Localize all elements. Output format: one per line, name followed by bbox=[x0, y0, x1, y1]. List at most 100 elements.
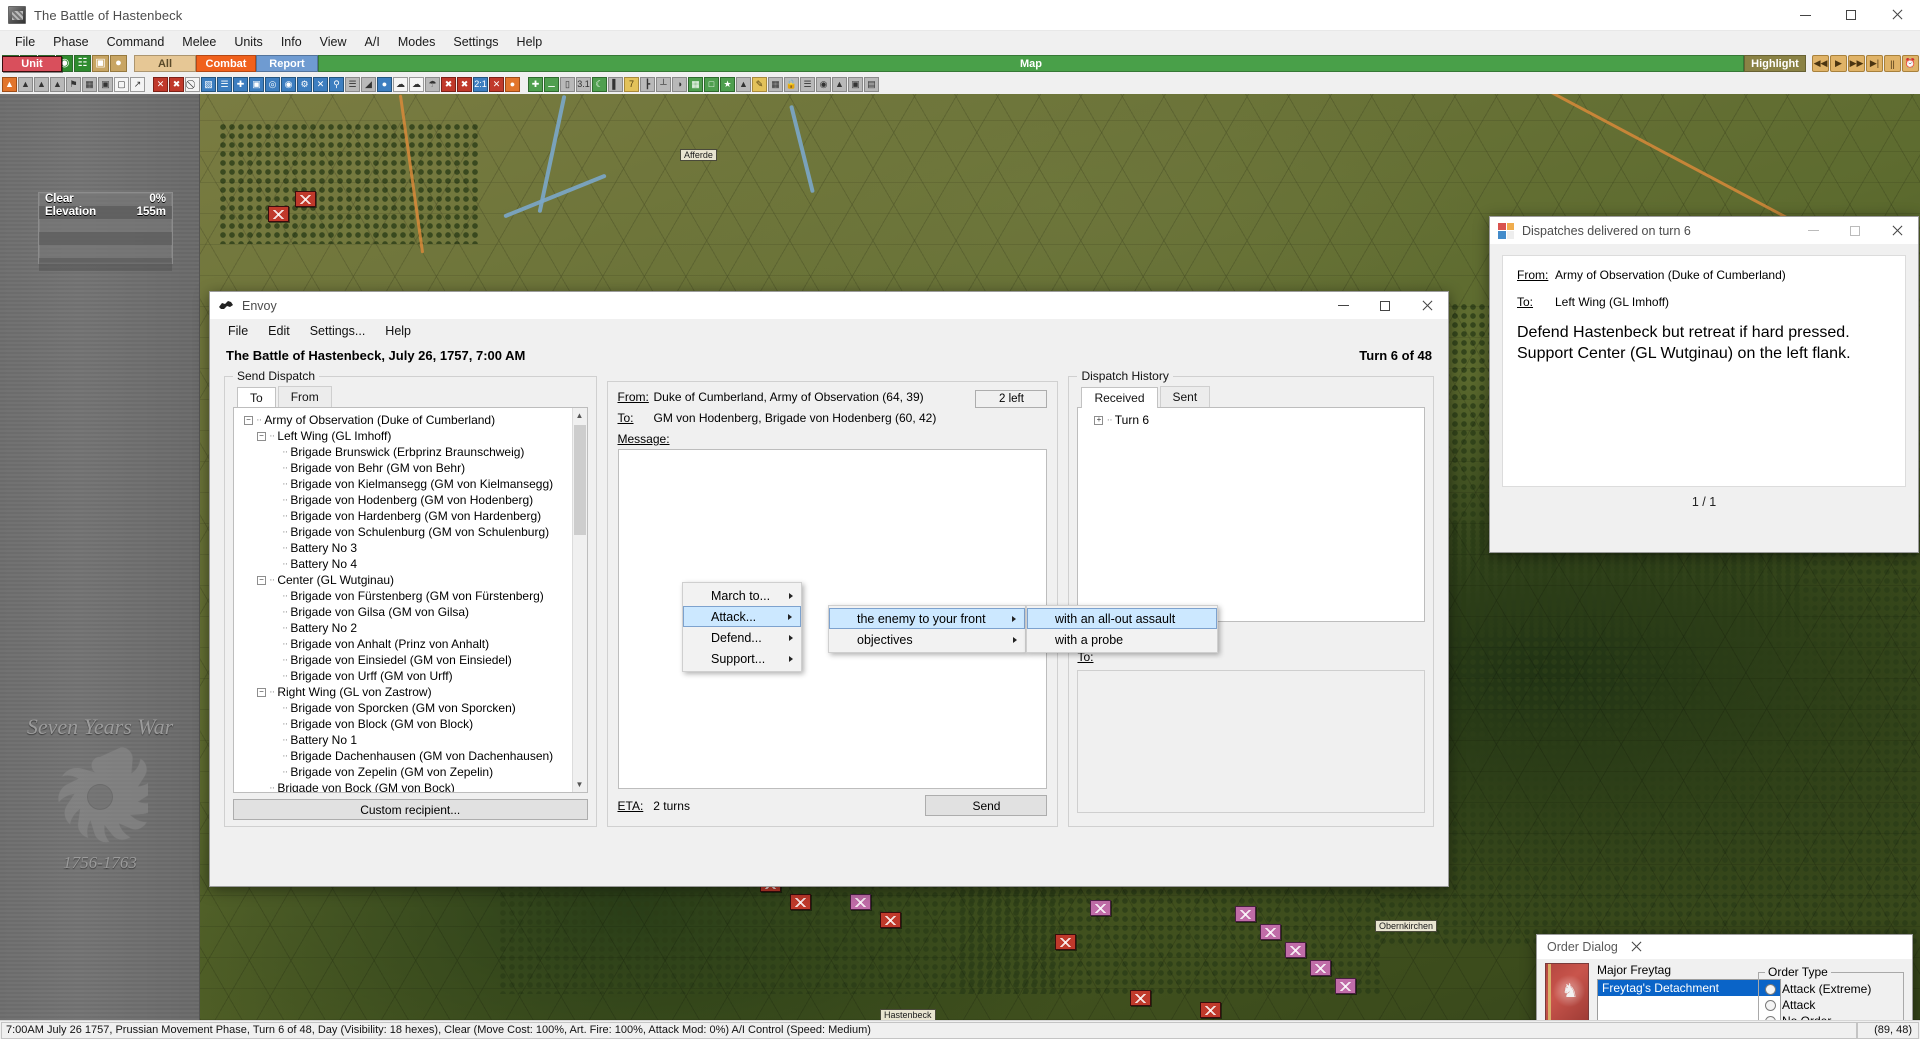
history-tree[interactable]: + ·· Turn 6 bbox=[1078, 408, 1424, 432]
history-item-turn6[interactable]: + ·· Turn 6 bbox=[1084, 412, 1422, 428]
radio-icon[interactable] bbox=[1765, 1015, 1776, 1020]
tree-item[interactable]: ·· Battery No 2 bbox=[240, 620, 585, 636]
recipient-tree-scrollbar[interactable]: ▲ ▼ bbox=[571, 408, 587, 792]
map-unit-7[interactable] bbox=[880, 912, 901, 928]
tree-item[interactable]: ·· Brigade von Einsiedel (GM von Einsiede… bbox=[240, 652, 585, 668]
layers-icon[interactable]: ☰ bbox=[217, 76, 232, 92]
envoy-menu-edit[interactable]: Edit bbox=[258, 322, 300, 340]
ctx-march-to[interactable]: March to... bbox=[683, 585, 801, 606]
mode-tab-map[interactable]: Map bbox=[318, 55, 1744, 72]
map-unit-12[interactable] bbox=[1285, 942, 1306, 958]
context-menu-level1[interactable]: March to... Attack... Defend... Support.… bbox=[682, 582, 802, 672]
context-menu-level2[interactable]: the enemy to your front objectives bbox=[828, 605, 1026, 653]
map-unit-9[interactable] bbox=[1055, 934, 1076, 950]
menu-item-info[interactable]: Info bbox=[272, 33, 311, 51]
artillery-icon[interactable]: ▣ bbox=[848, 76, 863, 92]
cancel-order-icon[interactable]: ✕ bbox=[153, 76, 168, 92]
ctx-support[interactable]: Support... bbox=[683, 648, 801, 669]
expand-plus-icon[interactable]: + bbox=[1094, 415, 1104, 425]
scroll-thumb[interactable] bbox=[573, 425, 586, 535]
seven-button[interactable]: 7 bbox=[624, 76, 639, 92]
tree-item[interactable]: ·· Brigade Dachenhausen (GM von Dachenhau… bbox=[240, 748, 585, 764]
bar-icon[interactable]: ▌ bbox=[608, 76, 623, 92]
recipient-tree-box[interactable]: − ·· Army of Observation (Duke of Cumberla… bbox=[233, 407, 588, 793]
mode-tab-unit[interactable]: Unit bbox=[2, 55, 62, 72]
unit-list[interactable]: Freytag's Detachment bbox=[1597, 979, 1781, 1020]
search-icon[interactable]: ⚲ bbox=[329, 76, 344, 92]
radio-icon[interactable] bbox=[1765, 999, 1776, 1011]
envoy-maximize-button[interactable] bbox=[1364, 292, 1406, 320]
contour-icon[interactable]: ▢ bbox=[114, 76, 129, 92]
cavalry-icon[interactable]: ▲ bbox=[832, 76, 847, 92]
tree-item[interactable]: − ·· Army of Observation (Duke of Cumberla… bbox=[240, 412, 585, 428]
custom-recipient-button[interactable]: Custom recipient... bbox=[233, 799, 588, 820]
crescent-icon[interactable]: ☾ bbox=[592, 76, 607, 92]
alarm-icon[interactable]: ⏰ bbox=[1902, 55, 1919, 72]
mountains-icon[interactable]: ▲ bbox=[50, 76, 65, 92]
menu-item-settings[interactable]: Settings bbox=[444, 33, 507, 51]
tree-item[interactable]: ·· Battery No 4 bbox=[240, 556, 585, 572]
water-icon[interactable]: ▧ bbox=[201, 76, 216, 92]
flag-icon[interactable]: ⚑ bbox=[66, 76, 81, 92]
objective-icon[interactable]: □ bbox=[704, 76, 719, 92]
fog-icon[interactable]: ☁ bbox=[409, 76, 424, 92]
collapse-minus-icon[interactable]: − bbox=[257, 431, 266, 441]
list-icon[interactable]: ☰ bbox=[800, 76, 815, 92]
map-unit-4[interactable] bbox=[790, 894, 811, 910]
tree-item[interactable]: ·· Brigade Brunswick (Erbprinz Braunschwe… bbox=[240, 444, 585, 460]
menu-item-command[interactable]: Command bbox=[98, 33, 174, 51]
tree-item[interactable]: ·· Brigade von Schulenburg (GM von Schule… bbox=[240, 524, 585, 540]
send-dispatch-button[interactable]: Send bbox=[925, 795, 1048, 816]
settings-gear-icon[interactable]: ⚙ bbox=[297, 76, 312, 92]
tree-item[interactable]: ·· Brigade von Kielmansegg (GM von Kielma… bbox=[240, 476, 585, 492]
map-unit-10[interactable] bbox=[1235, 906, 1256, 922]
unit-list-selected-item[interactable]: Freytag's Detachment bbox=[1598, 980, 1780, 996]
ctx-attack[interactable]: Attack... bbox=[683, 606, 801, 627]
collapse-minus-icon[interactable]: − bbox=[257, 687, 266, 697]
radio-icon[interactable] bbox=[1765, 983, 1776, 995]
map-unit-14[interactable] bbox=[1335, 978, 1356, 994]
map-unit-6[interactable] bbox=[850, 894, 871, 910]
compass-icon[interactable]: ◉ bbox=[281, 76, 296, 92]
tab-received[interactable]: Received bbox=[1081, 387, 1158, 408]
recipient-tree[interactable]: − ·· Army of Observation (Duke of Cumberla… bbox=[234, 408, 587, 792]
envoy-window[interactable]: Envoy File Edit Settings... Help The Bat… bbox=[209, 291, 1449, 887]
melee-icon[interactable]: ✖ bbox=[457, 76, 472, 92]
victory-icon[interactable]: ★ bbox=[720, 76, 735, 92]
half-circle-icon[interactable]: ◑ bbox=[672, 76, 687, 92]
tree-item[interactable]: ·· Brigade von Behr (GM von Behr) bbox=[240, 460, 585, 476]
person-icon[interactable]: ● bbox=[110, 55, 127, 72]
tree-item[interactable]: ·· Brigade von Anhalt (Prinz von Anhalt) bbox=[240, 636, 585, 652]
export-icon[interactable]: ▣ bbox=[92, 55, 109, 72]
tree-item[interactable]: ·· Brigade von Block (GM von Block) bbox=[240, 716, 585, 732]
tab-sent[interactable]: Sent bbox=[1159, 386, 1211, 407]
weather-icon[interactable]: ☂ bbox=[425, 76, 440, 92]
tree-item[interactable]: ·· Battery No 1 bbox=[240, 732, 585, 748]
ctx-probe[interactable]: with a probe bbox=[1027, 629, 1217, 650]
entrench-icon[interactable]: ┴ bbox=[656, 76, 671, 92]
envoy-menu-settings[interactable]: Settings... bbox=[300, 322, 376, 340]
grid-icon[interactable]: ▦ bbox=[82, 76, 97, 92]
skip-end-icon[interactable]: ▶| bbox=[1866, 55, 1883, 72]
order-dialog-close-button[interactable] bbox=[1618, 935, 1654, 959]
tab-to[interactable]: To bbox=[237, 387, 276, 408]
cursor-icon[interactable]: ◢ bbox=[361, 76, 376, 92]
tree-item[interactable]: − ·· Left Wing (GL Imhoff) bbox=[240, 428, 585, 444]
menu-item-file[interactable]: File bbox=[6, 33, 44, 51]
move-up-icon[interactable]: ▲ bbox=[2, 76, 17, 92]
mode-tab-combat[interactable]: Combat bbox=[196, 55, 256, 72]
tab-from[interactable]: From bbox=[277, 386, 332, 407]
scroll-up-icon[interactable]: ▲ bbox=[572, 408, 587, 423]
app-minimize-button[interactable] bbox=[1782, 0, 1828, 31]
tree-item[interactable]: ·· Brigade von Bock (GM von Bock) bbox=[240, 780, 585, 792]
scroll-down-icon[interactable]: ▼ bbox=[572, 777, 587, 792]
supply-icon[interactable]: ▦ bbox=[688, 76, 703, 92]
zoom-region-icon[interactable]: ▣ bbox=[98, 76, 113, 92]
menu-item-view[interactable]: View bbox=[311, 33, 356, 51]
dispatches-window[interactable]: Dispatches delivered on turn 6 From: Arm… bbox=[1489, 216, 1919, 553]
chart-icon[interactable]: ▲ bbox=[736, 76, 751, 92]
menu-item-melee[interactable]: Melee bbox=[173, 33, 225, 51]
menu-item-modes[interactable]: Modes bbox=[389, 33, 445, 51]
arrow-icon[interactable]: ↗ bbox=[130, 76, 145, 92]
target-icon[interactable]: ◎ bbox=[265, 76, 280, 92]
